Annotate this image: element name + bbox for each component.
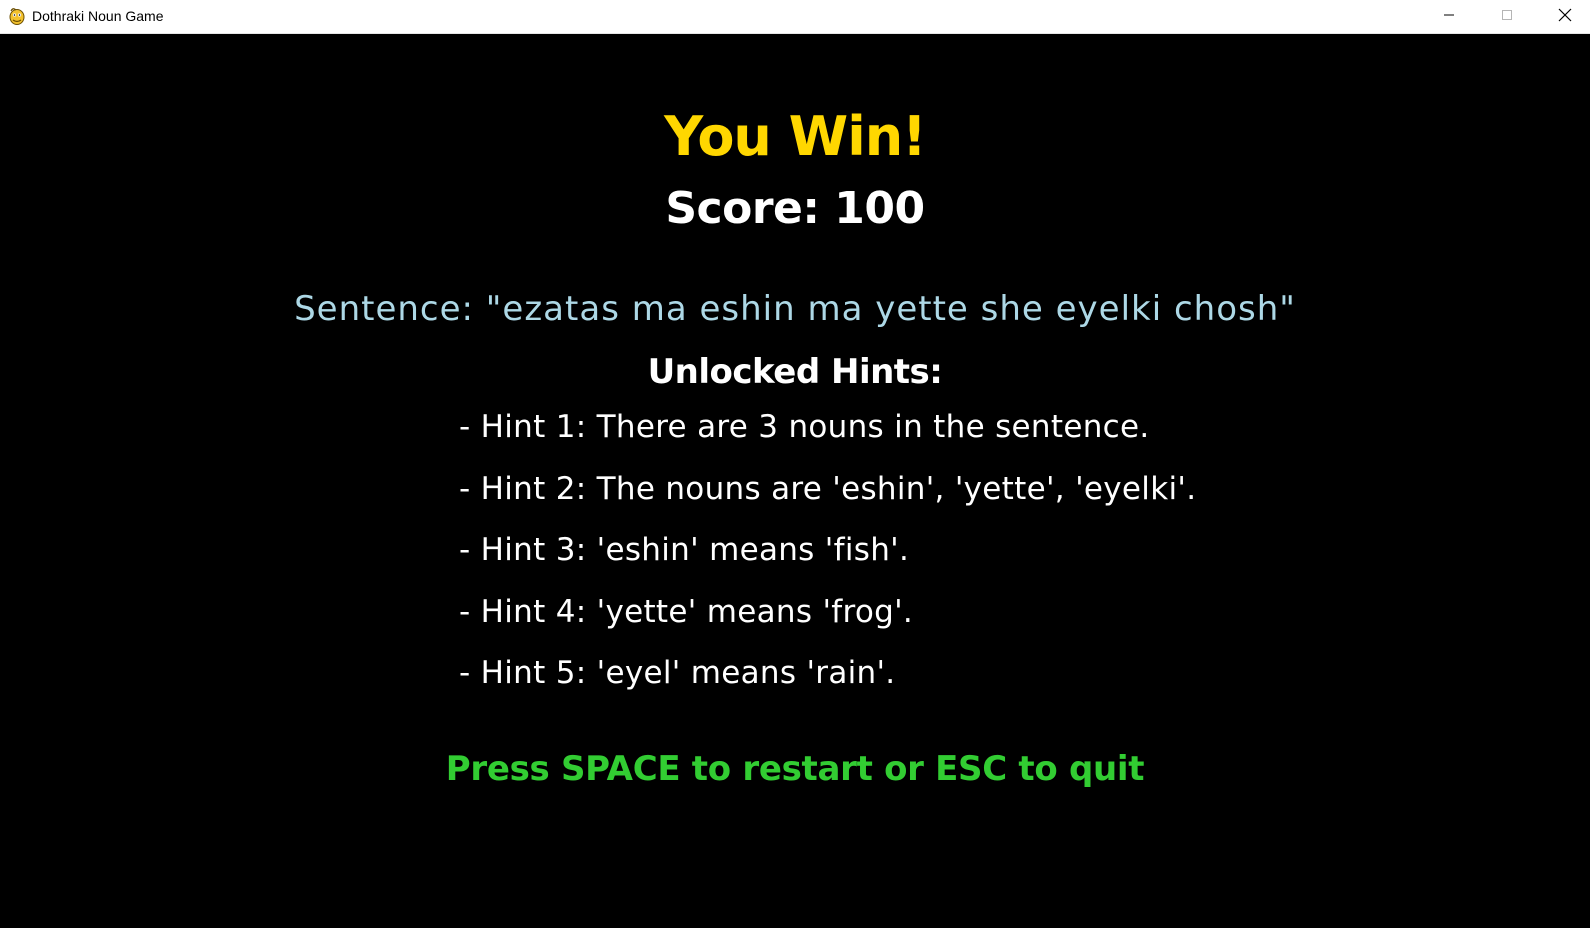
maximize-icon — [1501, 8, 1513, 26]
close-icon — [1558, 8, 1572, 27]
pygame-snake-icon — [7, 6, 27, 26]
window-titlebar[interactable]: Dothraki Noun Game — [0, 0, 1590, 34]
score-display: Score: 100 — [665, 183, 925, 234]
hint-item: - Hint 2: The nouns are 'eshin', 'yette'… — [459, 471, 1197, 507]
hint-item: - Hint 4: 'yette' means 'frog'. — [459, 594, 914, 630]
hints-heading: Unlocked Hints: — [647, 352, 943, 392]
minimize-button[interactable] — [1420, 0, 1477, 34]
sentence-text: Sentence: "ezatas ma eshin ma yette she … — [294, 289, 1296, 329]
hint-item: - Hint 5: 'eyel' means 'rain'. — [459, 655, 896, 691]
close-button[interactable] — [1536, 0, 1590, 34]
game-window: Dothraki Noun Game You Win! Score: 100 S… — [0, 0, 1590, 928]
win-title: You Win! — [664, 105, 927, 168]
maximize-button[interactable] — [1478, 0, 1535, 34]
hint-item: - Hint 3: 'eshin' means 'fish'. — [459, 532, 910, 568]
game-canvas[interactable]: You Win! Score: 100 Sentence: "ezatas ma… — [0, 34, 1590, 928]
minimize-icon — [1443, 8, 1455, 26]
restart-quit-prompt: Press SPACE to restart or ESC to quit — [445, 749, 1145, 789]
window-title: Dothraki Noun Game — [32, 8, 164, 24]
hint-item: - Hint 1: There are 3 nouns in the sente… — [459, 409, 1150, 445]
